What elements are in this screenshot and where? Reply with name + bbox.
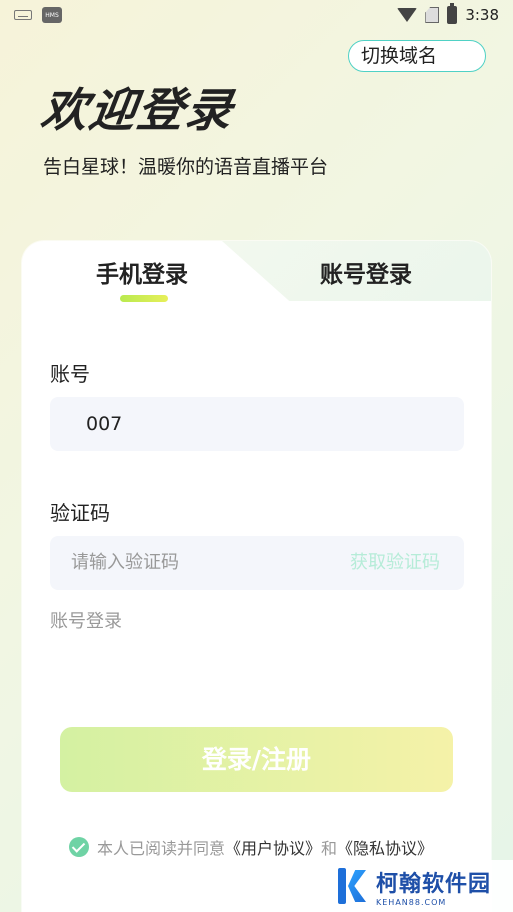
battery-icon (447, 3, 458, 24)
page-subtitle: 告白星球！温暖你的语音直播平台 (43, 156, 329, 178)
tab-phone-login[interactable]: 手机登录 (96, 255, 188, 289)
agreement-and: 和 (321, 839, 338, 858)
check-circle-icon[interactable] (69, 837, 89, 857)
sim-icon (425, 7, 440, 23)
tab-account-login[interactable]: 账号登录 (320, 255, 412, 289)
keyboard-icon (14, 10, 32, 20)
watermark-text: 柯翰软件园 KEHAN88.COM (376, 866, 491, 907)
watermark-name: 柯翰软件园 (376, 871, 492, 897)
tab-active-indicator (120, 295, 168, 302)
wifi-icon (397, 8, 418, 22)
user-agreement-link[interactable]: 《用户协议》 (225, 835, 321, 859)
switch-domain-button[interactable]: 切换域名 (348, 40, 486, 72)
account-input[interactable]: 007 (50, 397, 464, 451)
hms-icon: HMS (42, 7, 62, 23)
privacy-agreement-link[interactable]: 《隐私协议》 (337, 835, 433, 859)
status-left: HMS (14, 7, 62, 23)
watermark-domain: KEHAN88.COM (376, 897, 447, 907)
code-label: 验证码 (50, 501, 110, 525)
get-code-button[interactable]: 获取验证码 (350, 536, 440, 590)
kehan-logo-icon (336, 866, 370, 906)
code-input-placeholder: 请输入验证码 (71, 552, 179, 573)
watermark: 柯翰软件园 KEHAN88.COM (330, 860, 513, 912)
code-input[interactable]: 请输入验证码 获取验证码 (50, 536, 464, 590)
agreement-row: 本人已阅读并同意 《用户协议》和《隐私协议》 (69, 835, 433, 859)
page-title: 欢迎登录 (37, 83, 238, 137)
account-label: 账号 (50, 362, 90, 386)
agreement-prefix: 本人已阅读并同意 (97, 839, 226, 858)
status-right: 3:38 (397, 3, 499, 24)
switch-account-login-link[interactable]: 账号登录 (50, 607, 122, 633)
login-register-button[interactable]: 登录/注册 (60, 727, 453, 792)
status-time: 3:38 (465, 6, 499, 24)
status-bar: HMS 3:38 (0, 0, 513, 30)
